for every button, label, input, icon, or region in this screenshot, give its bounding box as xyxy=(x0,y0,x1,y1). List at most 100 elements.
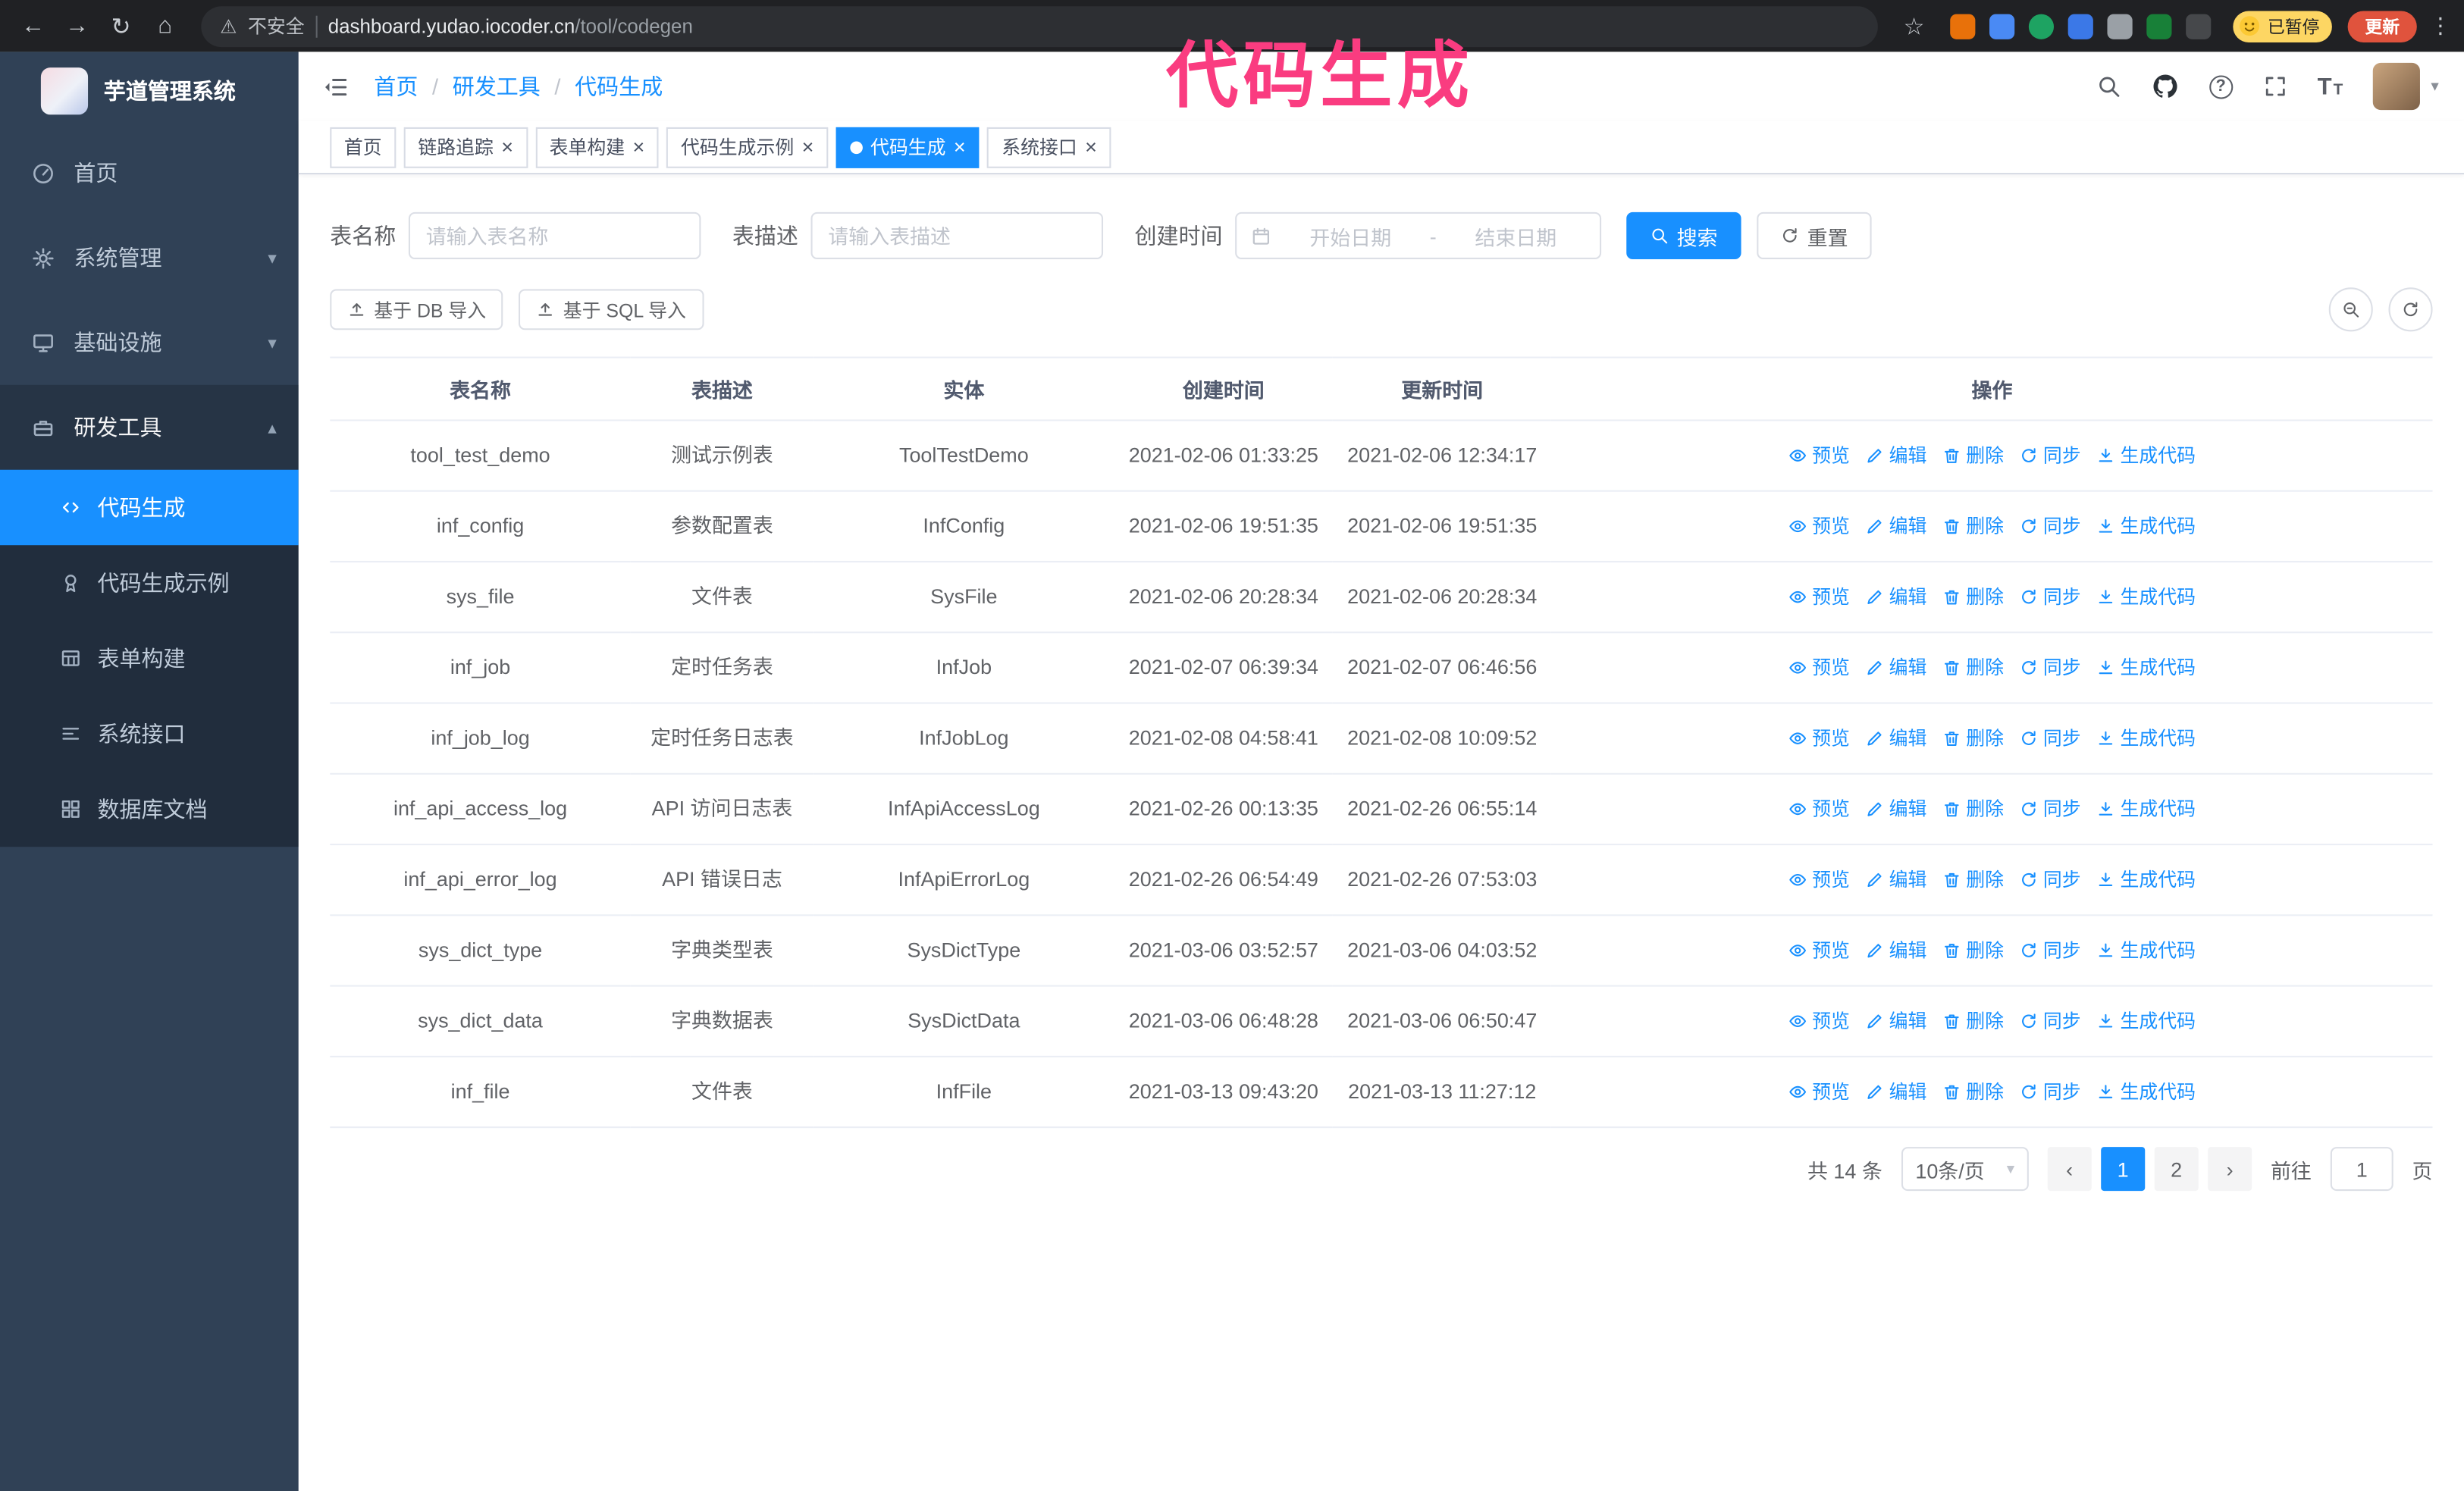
tab-tracer[interactable]: 链路追踪 × xyxy=(403,126,528,168)
delete-link[interactable]: 删除 xyxy=(1942,795,2004,823)
generate-link[interactable]: 生成代码 xyxy=(2096,583,2196,611)
close-icon[interactable]: × xyxy=(1085,136,1097,157)
sync-link[interactable]: 同步 xyxy=(2020,936,2081,964)
preview-link[interactable]: 预览 xyxy=(1788,936,1850,964)
sidebar-collapse-icon[interactable] xyxy=(322,73,349,99)
generate-link[interactable]: 生成代码 xyxy=(2096,1078,2196,1106)
prev-page-button[interactable]: ‹ xyxy=(2047,1147,2092,1192)
extension-icon[interactable] xyxy=(2028,13,2055,39)
preview-link[interactable]: 预览 xyxy=(1788,1007,1850,1035)
delete-link[interactable]: 删除 xyxy=(1942,441,2004,469)
address-bar[interactable]: ⚠ 不安全 dashboard.yudao.iocoder.cn/tool/co… xyxy=(201,5,1878,47)
delete-link[interactable]: 删除 xyxy=(1942,725,2004,753)
preview-link[interactable]: 预览 xyxy=(1788,725,1850,753)
import-sql-button[interactable]: 基于 SQL 导入 xyxy=(519,289,704,330)
user-avatar[interactable] xyxy=(2372,62,2420,111)
reload-icon[interactable]: ↻ xyxy=(101,5,142,46)
generate-link[interactable]: 生成代码 xyxy=(2096,1007,2196,1035)
generate-link[interactable]: 生成代码 xyxy=(2096,441,2196,469)
edit-link[interactable]: 编辑 xyxy=(1866,583,1926,611)
extension-icon[interactable] xyxy=(1989,13,2015,39)
fullscreen-icon[interactable] xyxy=(2262,74,2287,99)
sidebar-item-infra[interactable]: 基础设施 ▾ xyxy=(0,300,299,385)
extension-icon[interactable] xyxy=(2067,13,2093,39)
github-icon[interactable] xyxy=(2151,72,2179,100)
generate-link[interactable]: 生成代码 xyxy=(2096,725,2196,753)
sync-link[interactable]: 同步 xyxy=(2020,725,2081,753)
import-db-button[interactable]: 基于 DB 导入 xyxy=(330,289,503,330)
update-button[interactable]: 更新 xyxy=(2347,10,2417,42)
close-icon[interactable]: × xyxy=(802,136,814,157)
sync-link[interactable]: 同步 xyxy=(2020,1078,2081,1106)
delete-link[interactable]: 删除 xyxy=(1942,653,2004,681)
close-icon[interactable]: × xyxy=(501,136,513,157)
forward-icon[interactable]: → xyxy=(57,5,98,46)
extension-icon[interactable] xyxy=(2107,13,2133,39)
help-icon[interactable]: ? xyxy=(2209,74,2233,99)
preview-link[interactable]: 预览 xyxy=(1788,653,1850,681)
preview-link[interactable]: 预览 xyxy=(1788,512,1850,540)
edit-link[interactable]: 编辑 xyxy=(1866,795,1926,823)
sidebar-subitem-system-api[interactable]: 系统接口 xyxy=(0,696,299,771)
edit-link[interactable]: 编辑 xyxy=(1866,1078,1926,1106)
sidebar-subitem-codegen-example[interactable]: 代码生成示例 xyxy=(0,545,299,620)
breadcrumb-home[interactable]: 首页 xyxy=(374,70,418,102)
edit-link[interactable]: 编辑 xyxy=(1866,1007,1926,1035)
browser-menu-icon[interactable]: ⋮ xyxy=(2429,13,2451,39)
sync-link[interactable]: 同步 xyxy=(2020,866,2081,894)
next-page-button[interactable]: › xyxy=(2208,1147,2252,1192)
bookmark-star-icon[interactable]: ☆ xyxy=(1894,5,1935,46)
delete-link[interactable]: 删除 xyxy=(1942,583,2004,611)
delete-link[interactable]: 删除 xyxy=(1942,866,2004,894)
preview-link[interactable]: 预览 xyxy=(1788,795,1850,823)
font-size-icon[interactable]: TT xyxy=(2318,73,2343,99)
edit-link[interactable]: 编辑 xyxy=(1866,725,1926,753)
delete-link[interactable]: 删除 xyxy=(1942,512,2004,540)
delete-link[interactable]: 删除 xyxy=(1942,936,2004,964)
preview-link[interactable]: 预览 xyxy=(1788,441,1850,469)
page-size-select[interactable]: 10条/页 ▾ xyxy=(1901,1147,2029,1192)
edit-link[interactable]: 编辑 xyxy=(1866,441,1926,469)
page-button-1[interactable]: 1 xyxy=(2101,1147,2146,1192)
hide-search-button[interactable] xyxy=(2328,287,2373,332)
tab-codegen[interactable]: 代码生成 × xyxy=(835,126,980,168)
preview-link[interactable]: 预览 xyxy=(1788,866,1850,894)
extension-icon[interactable] xyxy=(2186,13,2212,39)
refresh-table-button[interactable] xyxy=(2388,287,2433,332)
sync-link[interactable]: 同步 xyxy=(2020,441,2081,469)
sync-link[interactable]: 同步 xyxy=(2020,512,2081,540)
table-name-input[interactable] xyxy=(408,211,701,259)
sidebar-item-devtools[interactable]: 研发工具 ▴ xyxy=(0,384,299,470)
sidebar-subitem-codegen[interactable]: 代码生成 xyxy=(0,469,299,546)
edit-link[interactable]: 编辑 xyxy=(1866,866,1926,894)
generate-link[interactable]: 生成代码 xyxy=(2096,795,2196,823)
extension-icon[interactable] xyxy=(2146,13,2172,39)
sidebar-item-system[interactable]: 系统管理 ▾ xyxy=(0,215,299,300)
preview-link[interactable]: 预览 xyxy=(1788,1078,1850,1106)
sidebar-subitem-db-doc[interactable]: 数据库文档 xyxy=(0,772,299,847)
tab-home[interactable]: 首页 xyxy=(330,126,397,168)
breadcrumb-devtools[interactable]: 研发工具 xyxy=(453,70,541,102)
extension-icon[interactable] xyxy=(1950,13,1976,39)
search-button[interactable]: 搜索 xyxy=(1626,211,1741,259)
generate-link[interactable]: 生成代码 xyxy=(2096,653,2196,681)
sync-link[interactable]: 同步 xyxy=(2020,795,2081,823)
reset-button[interactable]: 重置 xyxy=(1757,211,1872,259)
table-desc-input[interactable] xyxy=(810,211,1104,259)
preview-link[interactable]: 预览 xyxy=(1788,583,1850,611)
goto-page-input[interactable] xyxy=(2330,1147,2393,1192)
date-range-picker[interactable]: 开始日期 - 结束日期 xyxy=(1235,211,1602,259)
tab-form-builder[interactable]: 表单构建 × xyxy=(535,126,659,168)
close-icon[interactable]: × xyxy=(954,136,966,157)
delete-link[interactable]: 删除 xyxy=(1942,1007,2004,1035)
tab-codegen-example[interactable]: 代码生成示例 × xyxy=(666,126,828,168)
sync-link[interactable]: 同步 xyxy=(2020,653,2081,681)
caret-down-icon[interactable]: ▾ xyxy=(2431,78,2438,96)
sync-link[interactable]: 同步 xyxy=(2020,583,2081,611)
delete-link[interactable]: 删除 xyxy=(1942,1078,2004,1106)
breadcrumb-codegen[interactable]: 代码生成 xyxy=(575,70,663,102)
logo[interactable]: 芋道管理系统 xyxy=(0,52,299,130)
back-icon[interactable]: ← xyxy=(13,5,54,46)
page-button-2[interactable]: 2 xyxy=(2154,1147,2199,1192)
edit-link[interactable]: 编辑 xyxy=(1866,512,1926,540)
